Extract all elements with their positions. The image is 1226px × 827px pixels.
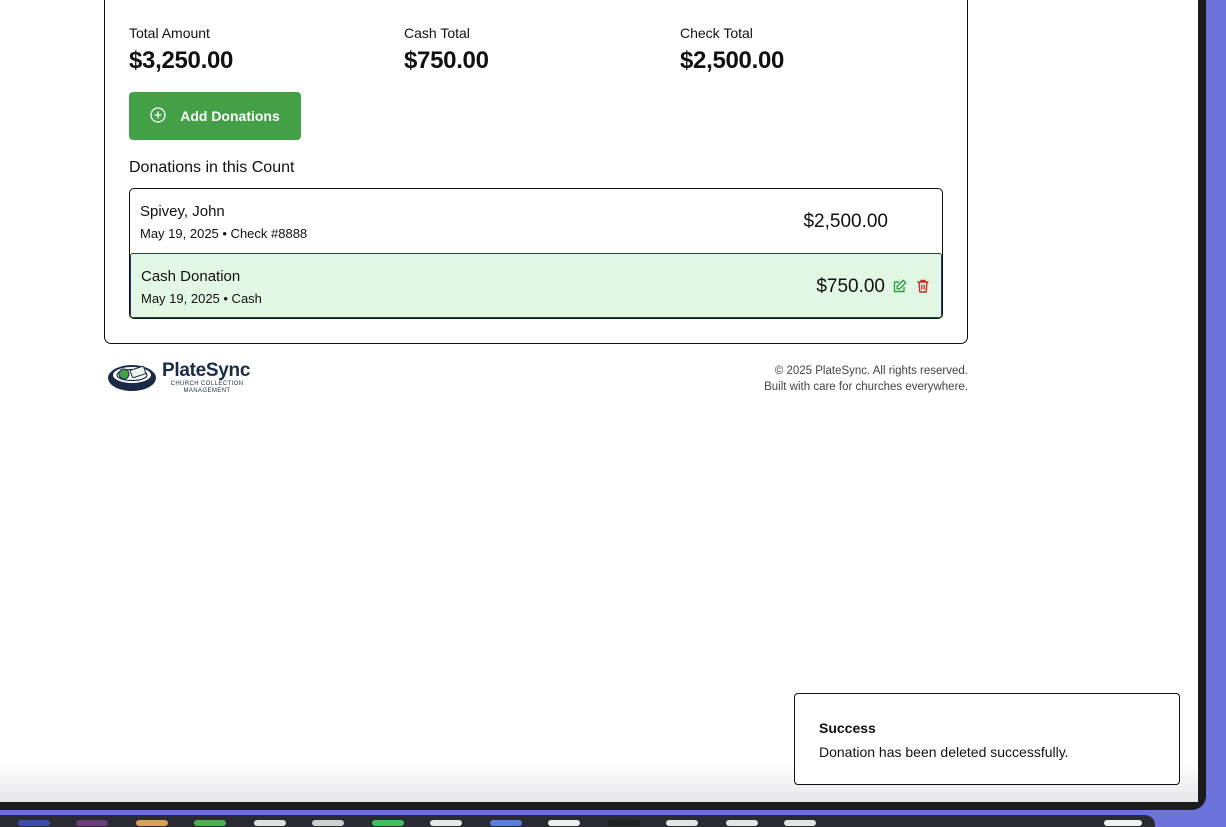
dock-app-icon[interactable] (608, 820, 640, 826)
donation-amount: $2,500.00 (803, 211, 888, 232)
dock-app-icon[interactable] (726, 820, 758, 826)
donation-row-selected[interactable]: Cash Donation May 19, 2025 • Cash $750.0… (130, 253, 942, 318)
toast-title: Success (819, 720, 876, 736)
check-total-value: $2,500.00 (680, 47, 785, 74)
trash-icon[interactable] (915, 278, 931, 294)
plus-circle-icon (150, 106, 166, 126)
check-total-label: Check Total (680, 25, 753, 41)
dock-app-icon[interactable] (18, 820, 50, 826)
donor-name: Cash Donation (141, 268, 241, 285)
logo-tagline: CHURCH COLLECTION MANAGEMENT (170, 380, 244, 394)
footer-logo[interactable]: PlateSync CHURCH COLLECTION MANAGEMENT (106, 357, 250, 398)
dock-app-icon[interactable] (490, 820, 522, 826)
footer-info: © 2025 PlateSync. All rights reserved. B… (764, 363, 968, 395)
dock-app-icon[interactable] (76, 820, 108, 826)
total-amount-value: $3,250.00 (129, 47, 234, 74)
dock-app-icon[interactable] (372, 820, 404, 826)
dock-app-icon[interactable] (254, 820, 286, 826)
dock-app-icon[interactable] (784, 820, 816, 826)
logo-name: PlateSync (162, 359, 251, 381)
donation-amount: $750.00 (816, 276, 885, 297)
check-total-stat: Check Total $2,500.00 (680, 25, 784, 75)
dock-app-icon[interactable] (136, 820, 168, 826)
os-dock (0, 815, 1226, 827)
dock-app-icon[interactable] (1104, 820, 1142, 826)
total-amount-label: Total Amount (129, 25, 210, 41)
footer-copyright: © 2025 PlateSync. All rights reserved. (774, 365, 968, 377)
dock-app-icon[interactable] (430, 820, 462, 826)
cash-total-label: Cash Total (404, 25, 470, 41)
plate-logo-icon (106, 357, 158, 398)
app-screen: Total Amount $3,250.00 Cash Total $750.0… (0, 0, 1198, 802)
donation-row[interactable]: Spivey, John May 19, 2025 • Check #8888 … (130, 189, 942, 253)
count-detail-card: Total Amount $3,250.00 Cash Total $750.0… (104, 0, 968, 344)
dock-app-icon[interactable] (666, 820, 698, 826)
dock-app-icon[interactable] (312, 820, 344, 826)
donation-meta: May 19, 2025 • Cash (141, 291, 262, 306)
cash-total-stat: Cash Total $750.00 (404, 25, 489, 75)
donations-list: Spivey, John May 19, 2025 • Check #8888 … (129, 188, 943, 319)
add-donations-label: Add Donations (180, 108, 280, 124)
donor-name: Spivey, John (140, 203, 225, 220)
donation-meta: May 19, 2025 • Check #8888 (140, 226, 308, 241)
toast-message: Donation has been deleted successfully. (819, 744, 1069, 760)
dock-app-icon[interactable] (548, 820, 580, 826)
edit-icon[interactable] (892, 278, 908, 294)
cash-total-value: $750.00 (404, 47, 489, 74)
dock-app-icon[interactable] (194, 820, 226, 826)
total-amount-stat: Total Amount $3,250.00 (129, 25, 233, 75)
footer-tagline: Built with care for churches everywhere. (764, 381, 968, 393)
donations-section-title: Donations in this Count (129, 159, 295, 176)
success-toast[interactable]: Success Donation has been deleted succes… (794, 693, 1180, 785)
add-donations-button[interactable]: Add Donations (129, 92, 301, 140)
